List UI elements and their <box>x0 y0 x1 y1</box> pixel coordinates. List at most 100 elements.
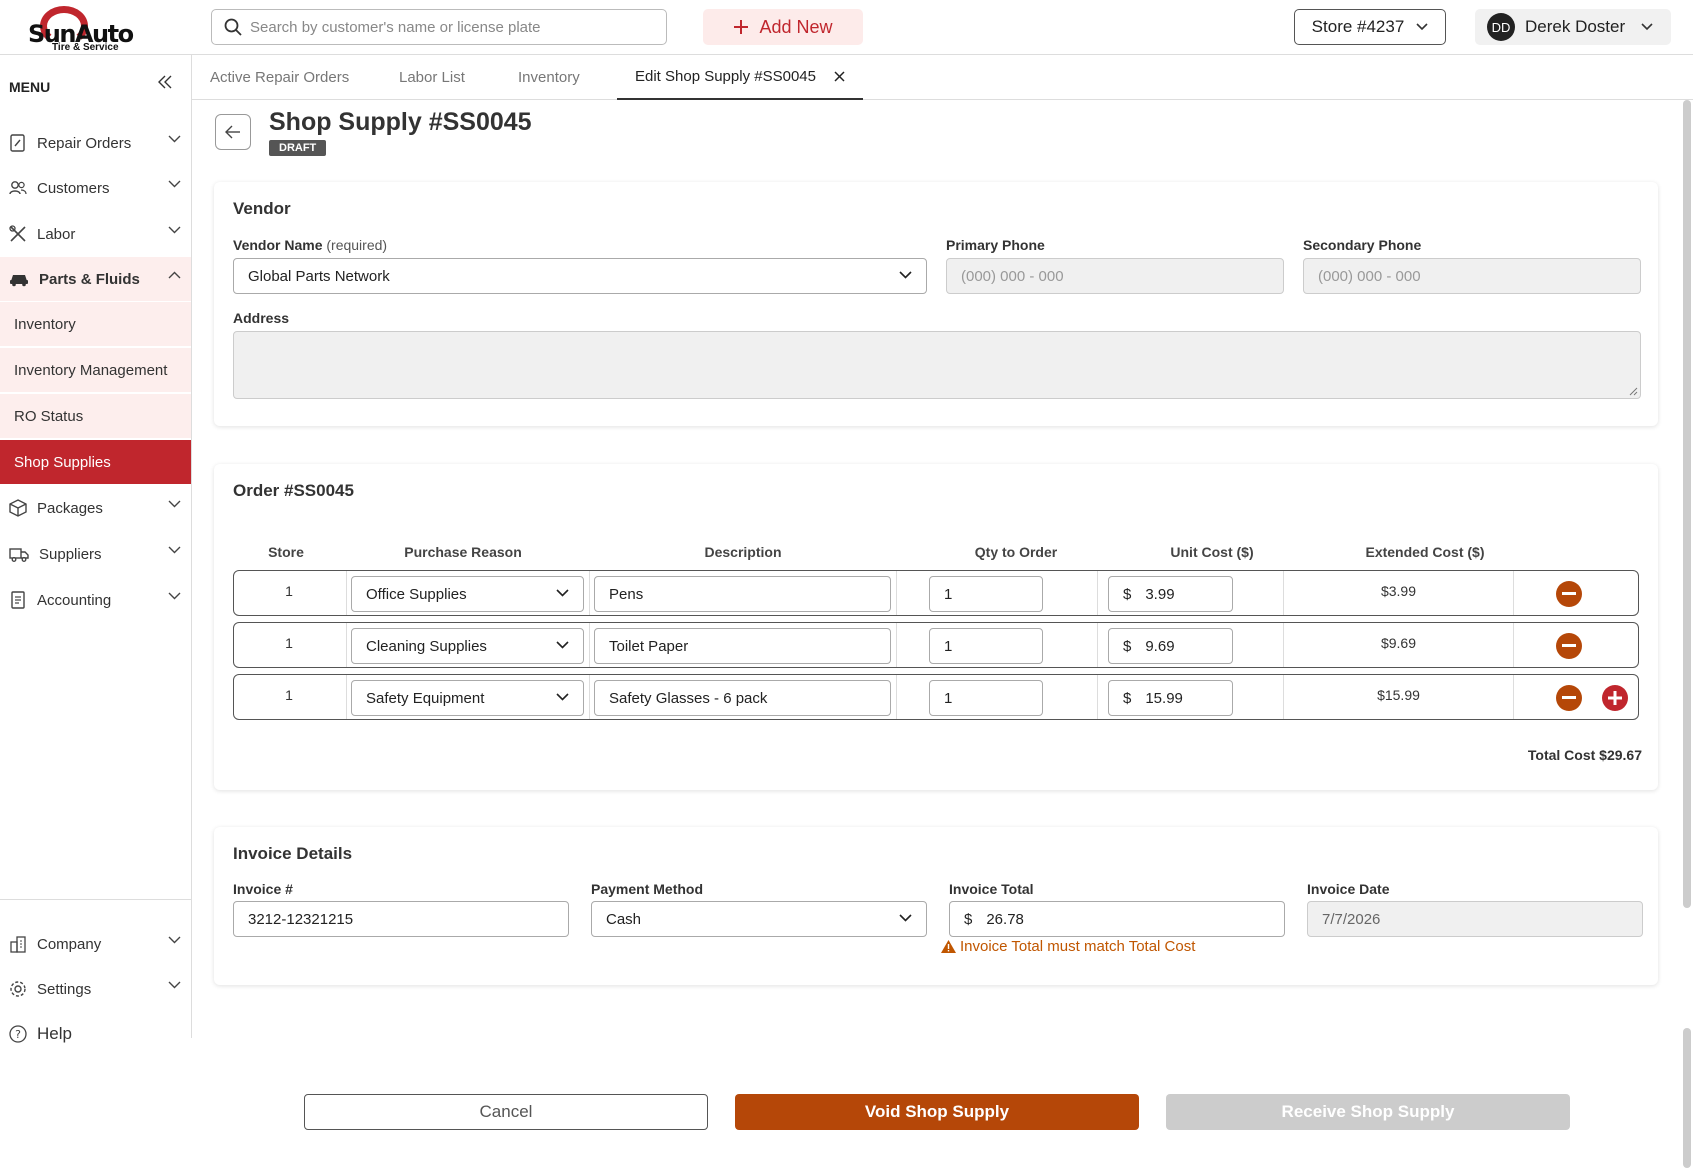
sidebar-item-accounting[interactable]: Accounting <box>0 578 191 622</box>
chevron-down-icon <box>1416 23 1428 31</box>
add-row-button[interactable] <box>1602 685 1628 711</box>
collapse-sidebar-icon[interactable] <box>158 75 172 89</box>
extended-cost: $9.69 <box>1380 635 1417 651</box>
sidebar-item-label: Parts & Fluids <box>39 270 140 288</box>
unit-cost-input[interactable]: $ 3.99 <box>1108 576 1233 612</box>
document-icon <box>11 591 25 609</box>
invoice-date-label: Invoice Date <box>1307 881 1390 897</box>
sidebar-item-labor[interactable]: Labor <box>0 212 191 256</box>
extended-cost: $3.99 <box>1380 583 1417 599</box>
avatar: DD <box>1487 13 1515 41</box>
truck-icon <box>9 548 29 562</box>
column-separator <box>1283 675 1284 719</box>
sidebar-item-company[interactable]: Company <box>0 922 191 966</box>
search-input[interactable] <box>250 18 666 36</box>
remove-row-button[interactable] <box>1556 581 1582 607</box>
scrollbar[interactable] <box>1683 100 1691 908</box>
sidebar-item-label: Customers <box>37 179 110 197</box>
close-icon[interactable] <box>834 71 845 82</box>
status-badge: DRAFT <box>269 140 327 156</box>
description-input[interactable]: Safety Glasses - 6 pack <box>594 680 891 716</box>
column-separator <box>346 675 347 719</box>
currency-symbol: $ <box>1123 689 1132 707</box>
store-selector[interactable]: Store #4237 <box>1294 9 1446 45</box>
sidebar-item-inventory[interactable]: Inventory <box>0 302 191 346</box>
qty-input[interactable]: 1 <box>929 680 1043 716</box>
secondary-phone-field[interactable]: (000) 000 - 000 <box>1303 258 1641 294</box>
receive-shop-supply-button[interactable]: Receive Shop Supply <box>1166 1094 1570 1130</box>
tab-bar: Active Repair Orders Labor List Inventor… <box>192 55 1693 100</box>
add-new-button[interactable]: Add New <box>703 9 863 45</box>
purchase-reason-select[interactable]: Safety Equipment <box>351 680 584 716</box>
tab-inventory[interactable]: Inventory <box>518 55 580 100</box>
qty-input[interactable]: 1 <box>929 576 1043 612</box>
sidebar-item-help[interactable]: ? Help <box>0 1012 191 1056</box>
purchase-reason-select[interactable]: Cleaning Supplies <box>351 628 584 664</box>
description-input[interactable]: Toilet Paper <box>594 628 891 664</box>
description-input[interactable]: Pens <box>594 576 891 612</box>
chevron-down-icon <box>556 693 569 701</box>
sidebar-item-customers[interactable]: Customers <box>0 166 191 210</box>
unit-cost-value: 9.69 <box>1145 637 1175 655</box>
column-header-description: Description <box>704 544 782 560</box>
invoice-date-field[interactable]: 7/7/2026 <box>1307 901 1643 937</box>
column-separator <box>1513 675 1514 719</box>
void-shop-supply-button[interactable]: Void Shop Supply <box>735 1094 1139 1130</box>
tab-labor-list[interactable]: Labor List <box>399 55 465 100</box>
add-new-label: Add New <box>759 16 833 37</box>
remove-row-button[interactable] <box>1556 633 1582 659</box>
chevron-down-icon <box>899 271 912 279</box>
sidebar-item-label: Help <box>37 1024 72 1043</box>
remove-row-button[interactable] <box>1556 685 1582 711</box>
tab-edit-shop-supply[interactable]: Edit Shop Supply #SS0045 <box>617 55 863 100</box>
invoice-total-input[interactable]: $ 26.78 <box>949 901 1285 937</box>
sidebar-item-parts-fluids[interactable]: Parts & Fluids <box>0 257 191 301</box>
back-button[interactable] <box>215 114 251 150</box>
sidebar-item-repair-orders[interactable]: Repair Orders <box>0 121 191 165</box>
column-header-extended-cost: Extended Cost ($) <box>1365 544 1485 560</box>
tab-label: Edit Shop Supply #SS0045 <box>635 68 816 85</box>
main-content: Shop Supply #SS0045 DRAFT Vendor Vendor … <box>192 100 1678 1040</box>
address-textarea[interactable] <box>233 331 1641 399</box>
column-separator <box>896 623 897 667</box>
unit-cost-input[interactable]: $ 15.99 <box>1108 680 1233 716</box>
column-separator <box>589 675 590 719</box>
invoice-number-input[interactable]: 3212-12321215 <box>233 901 569 937</box>
invoice-number-label: Invoice # <box>233 881 293 897</box>
column-separator <box>1283 571 1284 615</box>
sunauto-logo[interactable]: SunAuto Tire & Service <box>22 4 134 53</box>
resize-handle-icon[interactable] <box>1629 387 1638 396</box>
vendor-name-select[interactable]: Global Parts Network <box>233 258 927 294</box>
sidebar-item-suppliers[interactable]: Suppliers <box>0 532 191 576</box>
chevron-down-icon <box>168 546 181 554</box>
purchase-reason-select[interactable]: Office Supplies <box>351 576 584 612</box>
required-hint: (required) <box>326 237 388 253</box>
help-icon: ? <box>9 1025 27 1043</box>
column-separator <box>1513 571 1514 615</box>
search-box[interactable] <box>211 9 667 45</box>
qty-input[interactable]: 1 <box>929 628 1043 664</box>
primary-phone-field[interactable]: (000) 000 - 000 <box>946 258 1284 294</box>
top-bar: SunAuto Tire & Service Add New Store #42… <box>0 0 1693 55</box>
vendor-name-label-text: Vendor Name <box>233 237 323 253</box>
tab-active-repair-orders[interactable]: Active Repair Orders <box>210 55 349 100</box>
svg-text:?: ? <box>15 1028 21 1041</box>
sidebar-item-packages[interactable]: Packages <box>0 486 191 530</box>
sidebar-divider <box>0 899 191 900</box>
chevron-down-icon <box>899 914 912 922</box>
unit-cost-input[interactable]: $ 9.69 <box>1108 628 1233 664</box>
sidebar-item-ro-status[interactable]: RO Status <box>0 394 191 438</box>
invoice-heading: Invoice Details <box>233 844 353 863</box>
sidebar-item-settings[interactable]: Settings <box>0 967 191 1011</box>
currency-symbol: $ <box>1123 637 1132 655</box>
scrollbar-lower[interactable] <box>1683 1028 1691 1168</box>
sidebar-item-shop-supplies[interactable]: Shop Supplies <box>0 440 191 484</box>
sidebar-item-inventory-management[interactable]: Inventory Management <box>0 348 191 392</box>
cancel-button[interactable]: Cancel <box>304 1094 708 1130</box>
total-cost: Total Cost $29.67 <box>1527 747 1642 763</box>
chevron-down-icon <box>168 500 181 508</box>
currency-symbol: $ <box>1123 585 1132 603</box>
column-separator <box>589 571 590 615</box>
payment-method-select[interactable]: Cash <box>591 901 927 937</box>
user-menu[interactable]: DD Derek Doster <box>1475 9 1671 45</box>
